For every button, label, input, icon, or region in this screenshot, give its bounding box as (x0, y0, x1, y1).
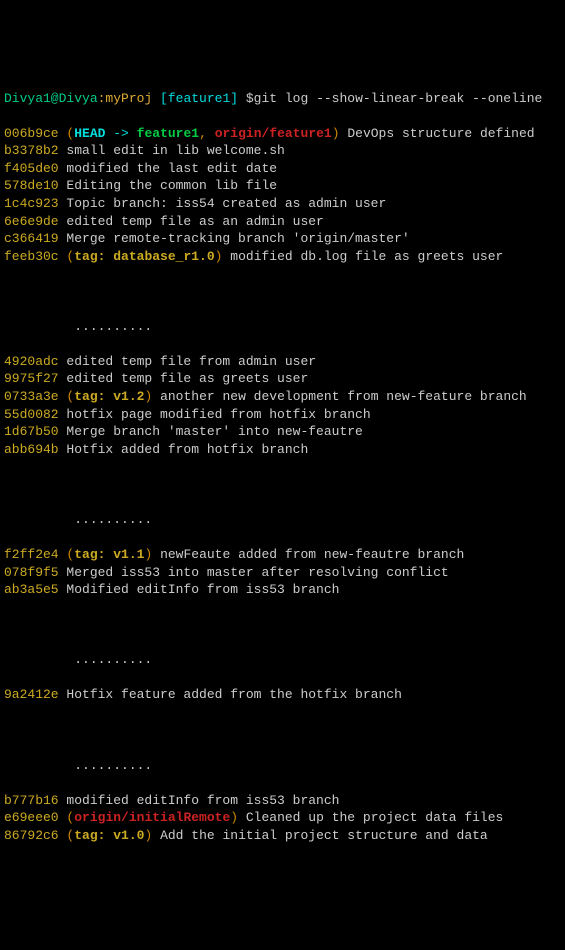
commit-line: 078f9f5 Merged iss53 into master after r… (4, 564, 561, 582)
head-ref: HEAD (74, 126, 105, 141)
remote-branch: origin/initialRemote (74, 810, 230, 825)
terminal[interactable]: Divya1@Divya:myProj [feature1] $git log … (4, 72, 561, 862)
commit-message: modified db.log file as greets user (222, 249, 503, 264)
commit-hash: 078f9f5 (4, 565, 59, 580)
linear-break: .......... (4, 318, 561, 336)
commit-message: edited temp file as an admin user (59, 214, 324, 229)
prompt-branch: [feature1] (152, 91, 238, 106)
local-branch: feature1 (137, 126, 199, 141)
commit-hash: e69eee0 (4, 810, 59, 825)
empty-line (4, 283, 561, 301)
commit-line: 9a2412e Hotfix feature added from the ho… (4, 686, 561, 704)
commit-message: Editing the common lib file (59, 178, 277, 193)
tag-ref: tag: v1.2 (74, 389, 144, 404)
commit-line: 1c4c923 Topic branch: iss54 created as a… (4, 195, 561, 213)
commit-message: edited temp file as greets user (59, 371, 309, 386)
empty-line (4, 476, 561, 494)
commit-block: b777b16 modified editInfo from iss53 bra… (4, 792, 561, 845)
commit-line: c366419 Merge remote-tracking branch 'or… (4, 230, 561, 248)
commit-line: 006b9ce (HEAD -> feature1, origin/featur… (4, 125, 561, 143)
commit-line: 86792c6 (tag: v1.0) Add the initial proj… (4, 827, 561, 845)
commit-line: 578de10 Editing the common lib file (4, 177, 561, 195)
commit-block: 4920adc edited temp file from admin user… (4, 353, 561, 458)
commit-line: abb694b Hotfix added from hotfix branch (4, 441, 561, 459)
commit-hash: abb694b (4, 442, 59, 457)
commit-message: Hotfix feature added from the hotfix bra… (59, 687, 402, 702)
commit-hash: 006b9ce (4, 126, 59, 141)
commit-message: Modified editInfo from iss53 branch (59, 582, 340, 597)
commit-message: hotfix page modified from hotfix branch (59, 407, 371, 422)
tag-ref: tag: database_r1.0 (74, 249, 214, 264)
commit-line: ab3a5e5 Modified editInfo from iss53 bra… (4, 581, 561, 599)
tag-ref: tag: v1.1 (74, 547, 144, 562)
empty-line (4, 721, 561, 739)
commit-line: e69eee0 (origin/initialRemote) Cleaned u… (4, 809, 561, 827)
ref-paren: ( (66, 810, 74, 825)
commit-message: Add the initial project structure and da… (152, 828, 487, 843)
ref-paren: ( (66, 828, 74, 843)
commit-line: 55d0082 hotfix page modified from hotfix… (4, 406, 561, 424)
commit-hash: 0733a3e (4, 389, 59, 404)
commit-line: b777b16 modified editInfo from iss53 bra… (4, 792, 561, 810)
commit-hash: f405de0 (4, 161, 59, 176)
linear-break: .......... (4, 511, 561, 529)
prompt-line: Divya1@Divya:myProj [feature1] $git log … (4, 90, 561, 108)
prompt-command: $git log --show-linear-break --oneline (238, 91, 542, 106)
commit-block: f2ff2e4 (tag: v1.1) newFeaute added from… (4, 546, 561, 599)
commit-hash: 578de10 (4, 178, 59, 193)
commit-hash: ab3a5e5 (4, 582, 59, 597)
commit-hash: b777b16 (4, 793, 59, 808)
commit-hash: 9975f27 (4, 371, 59, 386)
commit-line: feeb30c (tag: database_r1.0) modified db… (4, 248, 561, 266)
commit-line: 6e6e9de edited temp file as an admin use… (4, 213, 561, 231)
commit-hash: 86792c6 (4, 828, 59, 843)
commit-message: small edit in lib welcome.sh (59, 143, 285, 158)
commit-line: f405de0 modified the last edit date (4, 160, 561, 178)
commit-message: Cleaned up the project data files (238, 810, 503, 825)
commit-block: 9a2412e Hotfix feature added from the ho… (4, 686, 561, 704)
commit-hash: feeb30c (4, 249, 59, 264)
commit-line: f2ff2e4 (tag: v1.1) newFeaute added from… (4, 546, 561, 564)
empty-line (4, 616, 561, 634)
commit-message: modified editInfo from iss53 branch (59, 793, 340, 808)
tag-ref: tag: v1.0 (74, 828, 144, 843)
linear-break: .......... (4, 651, 561, 669)
remote-branch: origin/feature1 (215, 126, 332, 141)
commit-line: 0733a3e (tag: v1.2) another new developm… (4, 388, 561, 406)
linear-break: .......... (4, 757, 561, 775)
commit-hash: f2ff2e4 (4, 547, 59, 562)
commit-line: b3378b2 small edit in lib welcome.sh (4, 142, 561, 160)
commit-hash: 1d67b50 (4, 424, 59, 439)
commit-hash: 4920adc (4, 354, 59, 369)
commit-hash: 1c4c923 (4, 196, 59, 211)
commit-message: modified the last edit date (59, 161, 277, 176)
commit-hash: 55d0082 (4, 407, 59, 422)
prompt-path: :myProj (98, 91, 153, 106)
commit-message: Merged iss53 into master after resolving… (59, 565, 449, 580)
commit-line: 1d67b50 Merge branch 'master' into new-f… (4, 423, 561, 441)
commit-message: Merge remote-tracking branch 'origin/mas… (59, 231, 410, 246)
commit-hash: 9a2412e (4, 687, 59, 702)
commit-message: Hotfix added from hotfix branch (59, 442, 309, 457)
commit-hash: 6e6e9de (4, 214, 59, 229)
commit-message: another new development from new-feature… (152, 389, 526, 404)
commit-message: Topic branch: iss54 created as admin use… (59, 196, 387, 211)
commit-message: edited temp file from admin user (59, 354, 316, 369)
commit-hash: c366419 (4, 231, 59, 246)
commit-message: Merge branch 'master' into new-feautre (59, 424, 363, 439)
commit-block: 006b9ce (HEAD -> feature1, origin/featur… (4, 125, 561, 265)
prompt-user: Divya1@Divya (4, 91, 98, 106)
commit-hash: b3378b2 (4, 143, 59, 158)
ref-paren: ( (66, 547, 74, 562)
commit-line: 9975f27 edited temp file as greets user (4, 370, 561, 388)
commit-line: 4920adc edited temp file from admin user (4, 353, 561, 371)
commit-message: newFeaute added from new-feautre branch (152, 547, 464, 562)
commit-message: DevOps structure defined (340, 126, 535, 141)
